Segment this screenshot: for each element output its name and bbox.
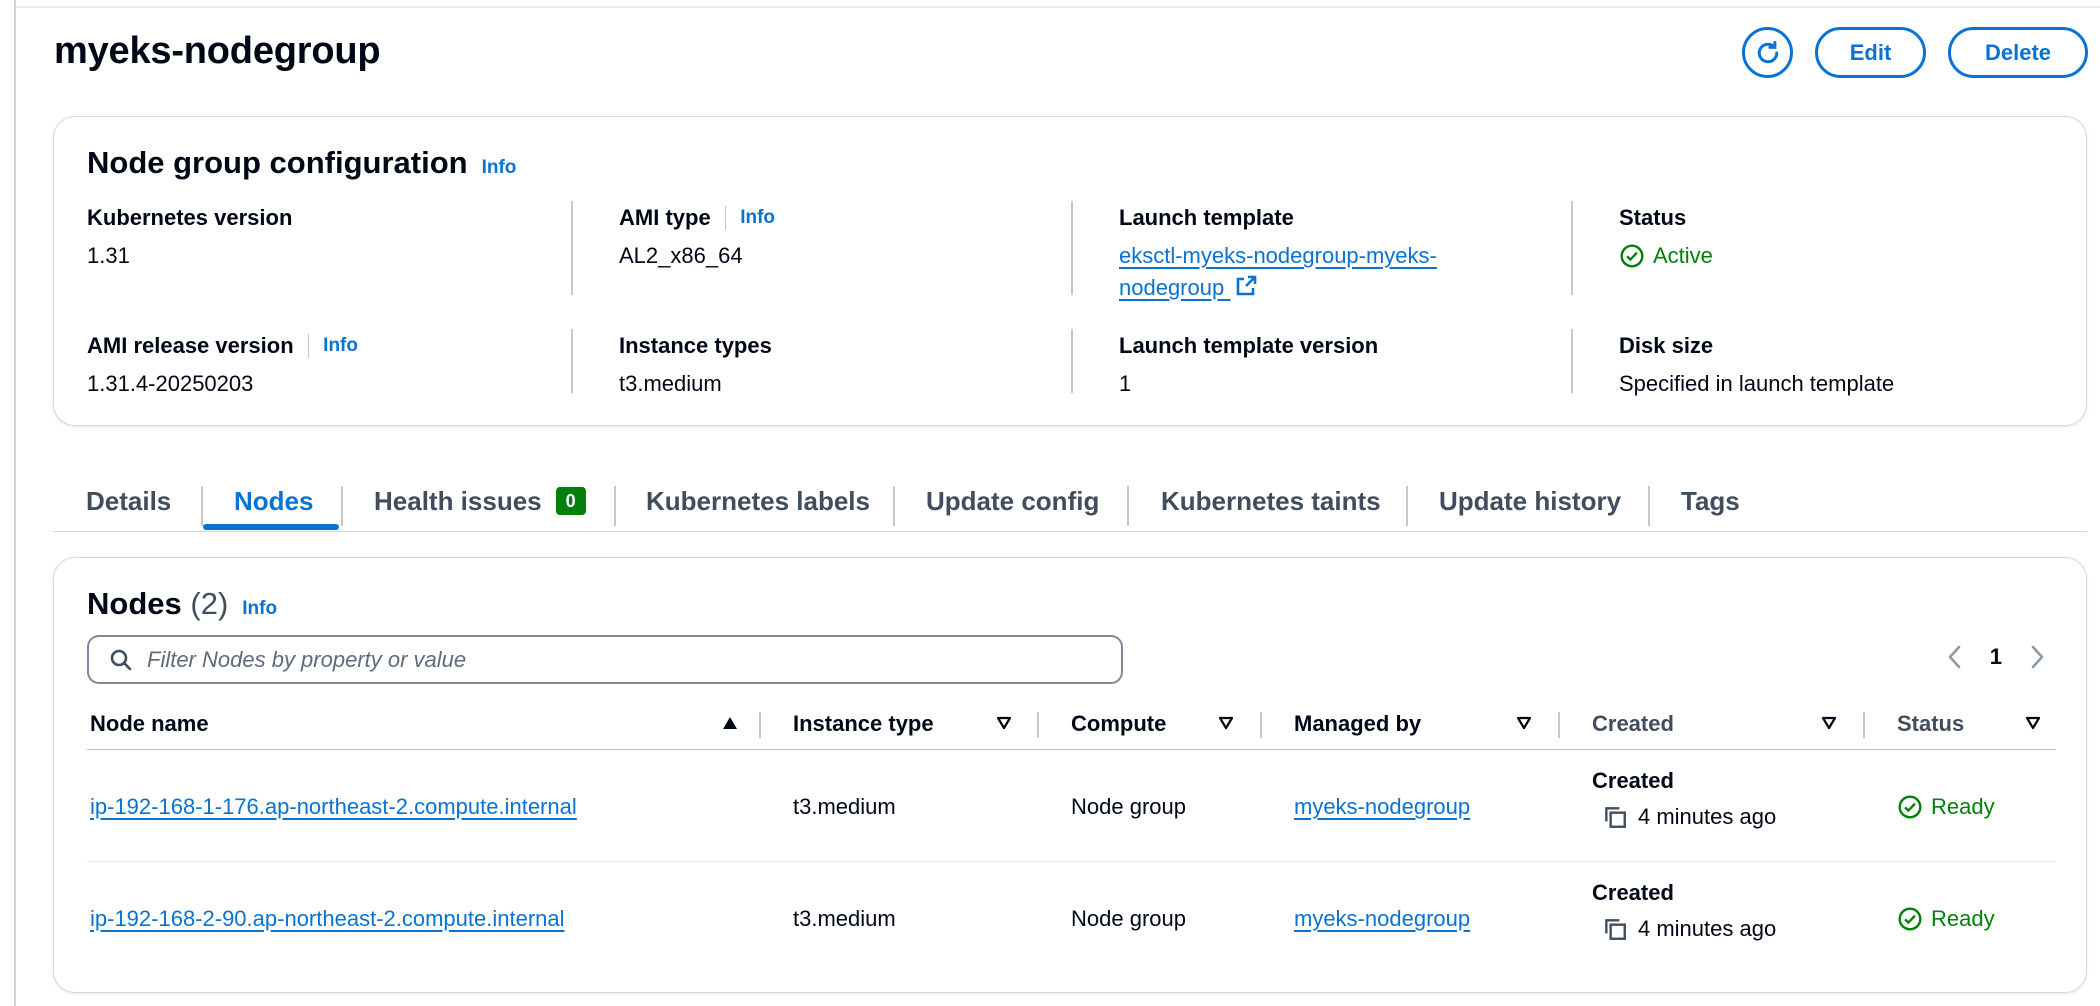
nodes-filter-input[interactable] (147, 646, 1047, 673)
status-ready: Ready (1897, 906, 1995, 932)
edit-button[interactable]: Edit (1815, 27, 1926, 78)
column-instance-type[interactable]: Instance type (793, 698, 934, 750)
created-cell: Created 4 minutes ago (1592, 768, 1777, 830)
sort-caret-icon[interactable] (995, 714, 1013, 732)
divider (1571, 329, 1573, 393)
sort-ascending-icon[interactable] (721, 714, 739, 732)
created-cell: Created 4 minutes ago (1592, 880, 1777, 942)
top-border (14, 6, 2100, 8)
left-border (14, 0, 16, 1006)
column-created[interactable]: Created (1592, 698, 1674, 750)
config-title: Node group configuration Info (87, 145, 517, 180)
nodes-table: Node name Instance type Compute Managed … (87, 698, 2056, 974)
refresh-button[interactable] (1742, 27, 1793, 78)
search-icon (110, 649, 132, 670)
column-compute[interactable]: Compute (1071, 698, 1166, 750)
check-circle-icon (1898, 907, 1922, 931)
copy-icon[interactable] (1602, 916, 1628, 942)
delete-button[interactable]: Delete (1948, 27, 2088, 78)
config-info-link[interactable]: Info (482, 157, 517, 179)
nodes-info-link[interactable]: Info (242, 598, 277, 620)
ami-release-info-link[interactable]: Info (323, 335, 358, 357)
tab-nodes[interactable]: Nodes (234, 470, 313, 532)
divider (571, 201, 573, 295)
tab-tags[interactable]: Tags (1681, 470, 1740, 532)
column-status[interactable]: Status (1897, 698, 1964, 750)
pagination: 1 (1946, 644, 2046, 670)
divider (1571, 201, 1573, 295)
compute-cell: Node group (1071, 794, 1186, 819)
disk-size: Disk size Specified in launch template (1619, 333, 1895, 396)
health-issues-count-badge: 0 (555, 487, 586, 515)
nodes-title: Nodes (2) Info (87, 586, 278, 621)
managed-by-link[interactable]: myeks-nodegroup (1294, 906, 1470, 932)
tab-update-history[interactable]: Update history (1439, 470, 1621, 532)
page-number[interactable]: 1 (1990, 644, 2002, 670)
managed-by-link[interactable]: myeks-nodegroup (1294, 794, 1470, 820)
header-actions: Edit Delete (1742, 27, 2088, 78)
launch-template: Launch template eksctl-myeks-nodegroup-m… (1119, 205, 1489, 304)
divider (1071, 201, 1073, 295)
page-title: myeks-nodegroup (54, 30, 381, 72)
nodes-card: Nodes (2) Info 1 Node name Instance type… (53, 557, 2087, 993)
ami-release-version: AMI release version Info 1.31.4-20250203 (87, 333, 358, 396)
divider (571, 329, 573, 393)
chevron-right-icon[interactable] (2028, 644, 2046, 670)
ami-type-info-link[interactable]: Info (740, 207, 775, 229)
check-circle-icon (1620, 244, 1644, 268)
compute-cell: Node group (1071, 906, 1186, 931)
tab-kubernetes-taints[interactable]: Kubernetes taints (1161, 470, 1381, 532)
status-active: Active (1619, 240, 1713, 272)
node-name-link[interactable]: ip-192-168-1-176.ap-northeast-2.compute.… (90, 794, 577, 820)
external-link-icon (1237, 275, 1257, 296)
sort-caret-icon[interactable] (2024, 714, 2042, 732)
column-node-name[interactable]: Node name (90, 698, 209, 750)
instance-type-cell: t3.medium (793, 906, 896, 931)
ami-type: AMI type Info AL2_x86_64 (619, 205, 776, 268)
check-circle-icon (1898, 795, 1922, 819)
instance-type-cell: t3.medium (793, 794, 896, 819)
table-header: Node name Instance type Compute Managed … (87, 698, 2056, 750)
copy-icon[interactable] (1602, 804, 1628, 830)
divider (1071, 329, 1073, 393)
node-name-link[interactable]: ip-192-168-2-90.ap-northeast-2.compute.i… (90, 906, 565, 932)
launch-template-version: Launch template version 1 (1119, 333, 1379, 396)
table-row: ip-192-168-1-176.ap-northeast-2.compute.… (87, 750, 2056, 862)
kubernetes-version: Kubernetes version 1.31 (87, 205, 293, 268)
refresh-icon (1757, 40, 1778, 63)
tab-details[interactable]: Details (86, 470, 171, 532)
tab-kubernetes-labels[interactable]: Kubernetes labels (646, 470, 870, 532)
instance-types: Instance types t3.medium (619, 333, 772, 396)
nodes-count: (2) (190, 586, 229, 621)
sort-caret-icon[interactable] (1217, 714, 1235, 732)
tab-health-issues[interactable]: Health issues 0 (374, 470, 586, 532)
column-managed-by[interactable]: Managed by (1294, 698, 1421, 750)
tab-bar: Details Nodes Health issues 0 Kubernetes… (53, 470, 2087, 532)
status: Status Active (1619, 205, 1713, 272)
nodes-filter[interactable] (87, 635, 1123, 684)
sort-caret-icon[interactable] (1820, 714, 1838, 732)
status-ready: Ready (1897, 794, 1995, 820)
active-tab-indicator (203, 524, 339, 530)
table-row: ip-192-168-2-90.ap-northeast-2.compute.i… (87, 862, 2056, 974)
launch-template-link[interactable]: eksctl-myeks-nodegroup-myeks-nodegroup (1119, 240, 1489, 304)
chevron-left-icon[interactable] (1946, 644, 1964, 670)
sort-caret-icon[interactable] (1515, 714, 1533, 732)
node-group-configuration-card: Node group configuration Info Kubernetes… (53, 116, 2087, 426)
tab-update-config[interactable]: Update config (926, 470, 1099, 532)
